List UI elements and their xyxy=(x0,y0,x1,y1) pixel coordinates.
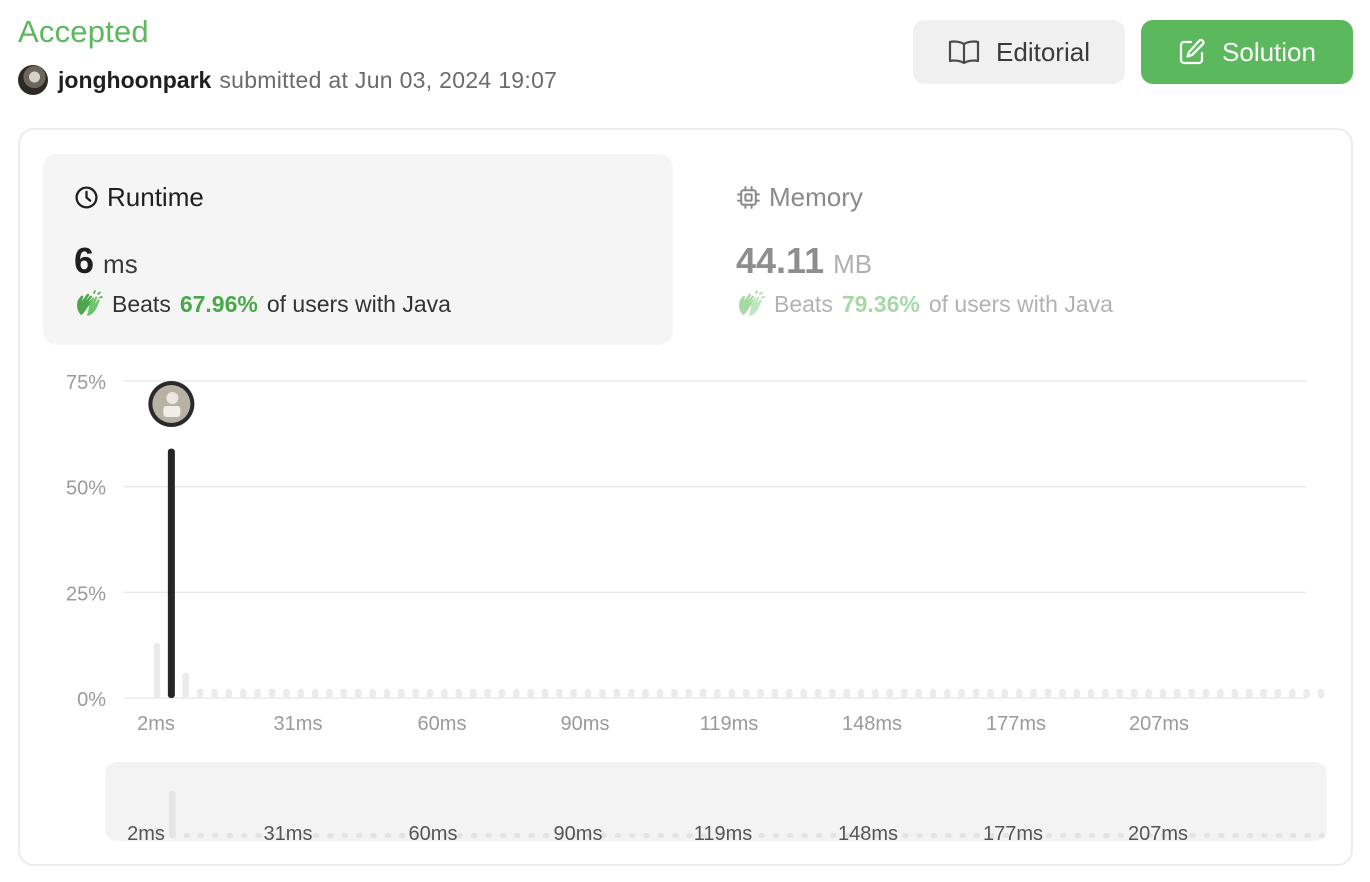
solution-button-label: Solution xyxy=(1222,36,1316,67)
runtime-beats-percent: 67.96% xyxy=(179,290,258,317)
editorial-button-label: Editorial xyxy=(996,36,1090,67)
memory-card[interactable]: Memory 44.11 MB Beats 79.36% of users wi… xyxy=(705,154,1325,345)
solution-button[interactable]: Solution xyxy=(1141,20,1353,84)
memory-beats-percent: 79.36% xyxy=(841,290,920,317)
runtime-beats-suffix: of users with Java xyxy=(266,290,451,317)
runtime-beats: Beats 67.96% of users with Java xyxy=(74,290,451,318)
avatar[interactable] xyxy=(18,65,48,95)
memory-beats-prefix: Beats xyxy=(774,290,833,317)
runtime-value: 6 ms xyxy=(74,240,138,282)
memory-value: 44.11 MB xyxy=(736,240,872,282)
memory-beats-suffix: of users with Java xyxy=(928,290,1113,317)
memory-title: Memory xyxy=(769,182,863,212)
runtime-header: Runtime xyxy=(74,182,204,213)
book-open-icon xyxy=(948,40,980,65)
clapping-hands-icon xyxy=(77,290,103,316)
chip-icon xyxy=(737,186,760,209)
editorial-button[interactable]: Editorial xyxy=(913,20,1125,84)
edit-icon xyxy=(1179,38,1205,65)
memory-beats: Beats 79.36% of users with Java xyxy=(736,290,1113,318)
username-link[interactable]: jonghoonpark xyxy=(58,67,211,94)
submitted-at-text: submitted at Jun 03, 2024 19:07 xyxy=(219,66,558,93)
memory-number: 44.11 xyxy=(736,240,825,281)
runtime-beats-prefix: Beats xyxy=(112,290,171,317)
submission-info: jonghoonpark submitted at Jun 03, 2024 1… xyxy=(18,64,557,96)
clapping-hands-icon xyxy=(739,290,765,316)
runtime-unit: ms xyxy=(103,249,138,279)
runtime-card[interactable]: Runtime 6 ms Beats 67.96% of users with … xyxy=(43,154,673,345)
clock-icon xyxy=(75,186,98,209)
runtime-number: 6 xyxy=(74,240,95,281)
status-accepted: Accepted xyxy=(18,14,149,49)
runtime-title: Runtime xyxy=(107,182,204,212)
memory-header: Memory xyxy=(736,182,863,213)
memory-unit: MB xyxy=(833,249,873,279)
